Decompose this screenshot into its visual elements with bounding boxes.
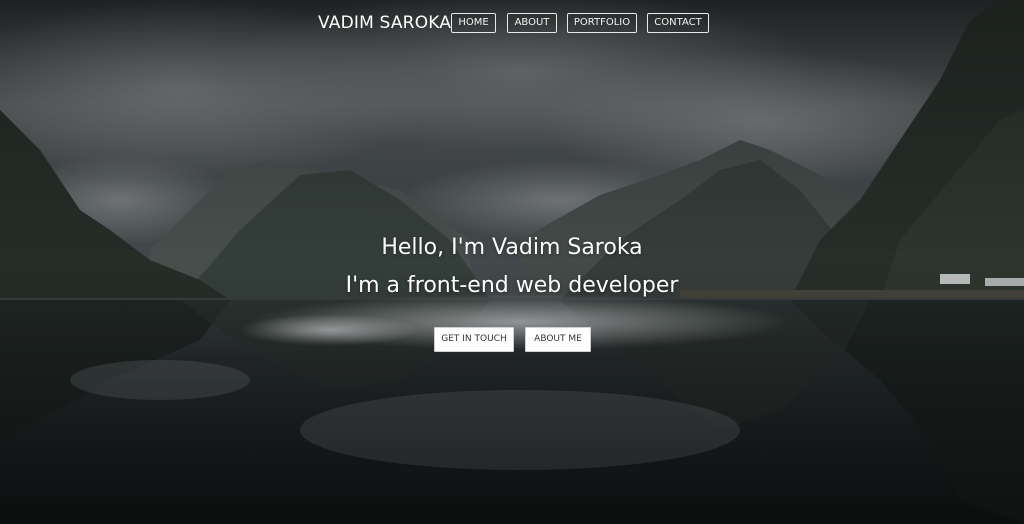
about-me-button[interactable]: ABOUT ME [525,327,591,352]
hero-greeting: Hello, I'm Vadim Saroka [381,235,643,260]
get-in-touch-button[interactable]: GET IN TOUCH [434,327,514,352]
hero-subtitle: I'm a front-end web developer [345,273,679,298]
hero-section: VADIM SAROKA HOME ABOUT PORTFOLIO CONTAC… [0,0,1024,524]
site-brand-logo[interactable]: VADIM SAROKA [318,12,451,34]
nav-about-button[interactable]: ABOUT [507,13,557,33]
nav-contact-button[interactable]: CONTACT [647,13,709,33]
nav-portfolio-button[interactable]: PORTFOLIO [567,13,637,33]
nav-home-button[interactable]: HOME [451,13,496,33]
top-navbar: VADIM SAROKA HOME ABOUT PORTFOLIO CONTAC… [0,12,1024,36]
